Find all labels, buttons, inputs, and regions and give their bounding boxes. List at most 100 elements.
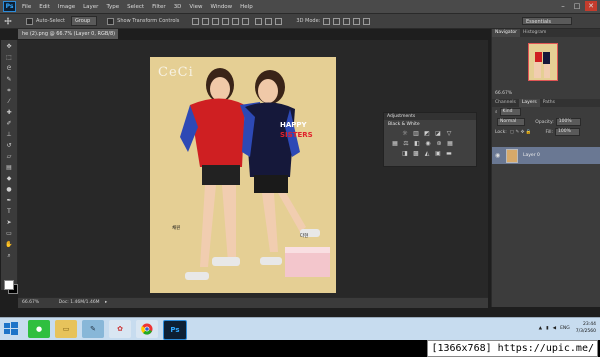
eraser-tool-icon[interactable]: ▱ <box>5 153 13 161</box>
align-top-icon[interactable] <box>192 17 200 25</box>
exposure-icon[interactable]: ◪ <box>435 131 441 137</box>
navigator-zoom[interactable]: 66.67% <box>495 91 512 96</box>
distribute-3-icon[interactable] <box>275 17 283 25</box>
eye-icon[interactable]: ◉ <box>495 152 501 159</box>
vibrance-icon[interactable]: ▽ <box>446 131 452 137</box>
levels-icon[interactable]: ▥ <box>413 131 419 137</box>
menu-select[interactable]: Select <box>127 4 144 10</box>
minimize-button[interactable]: – <box>557 1 569 11</box>
crop-tool-icon[interactable]: ⌗ <box>5 87 13 95</box>
color-balance-icon[interactable]: ⚖ <box>403 141 409 147</box>
color-lookup-icon[interactable]: ▦ <box>447 141 453 147</box>
tab-histogram[interactable]: Histogram <box>520 29 549 37</box>
tab-channels[interactable]: Channels <box>492 99 519 107</box>
status-zoom[interactable]: 66.67% <box>22 300 39 305</box>
menu-help[interactable]: Help <box>240 4 253 10</box>
type-tool-icon[interactable]: T <box>5 208 13 216</box>
align-middle-icon[interactable] <box>202 17 210 25</box>
file-explorer-icon[interactable]: ▭ <box>55 320 77 338</box>
gradient-map-icon[interactable]: ▬ <box>446 151 452 157</box>
roll-3d-icon[interactable] <box>333 17 341 25</box>
status-arrow-icon[interactable]: ▸ <box>105 300 107 305</box>
eyedropper-tool-icon[interactable]: ⁄ <box>5 98 13 106</box>
language-indicator[interactable]: ENG <box>560 326 570 331</box>
maximize-button[interactable]: □ <box>571 1 583 11</box>
photo-filter-icon[interactable]: ◉ <box>425 141 431 147</box>
menu-edit[interactable]: Edit <box>39 4 50 10</box>
invert-icon[interactable]: ◨ <box>402 151 408 157</box>
channel-mixer-icon[interactable]: ⊛ <box>436 141 442 147</box>
document-canvas[interactable]: CeCi HAPPY SISTERS 채원 다현 <box>150 57 336 293</box>
lasso-tool-icon[interactable]: ᘓ <box>5 65 13 73</box>
move-tool-icon[interactable] <box>4 17 12 25</box>
slide-3d-icon[interactable] <box>353 17 361 25</box>
curves-icon[interactable]: ◩ <box>424 131 430 137</box>
clone-stamp-tool-icon[interactable]: ⊥ <box>5 131 13 139</box>
history-brush-tool-icon[interactable]: ↺ <box>5 142 13 150</box>
marquee-tool-icon[interactable]: ⬚ <box>5 54 13 62</box>
photoshop-taskbar-icon[interactable]: Ps <box>163 320 187 340</box>
drag-3d-icon[interactable] <box>343 17 351 25</box>
opacity-field[interactable]: 100% <box>555 118 581 126</box>
clock[interactable]: 23:44 7/3/2560 <box>576 321 596 335</box>
workspace-dropdown[interactable]: Essentials <box>522 17 572 25</box>
gradient-tool-icon[interactable]: ▤ <box>5 164 13 172</box>
selective-color-icon[interactable]: ▣ <box>435 151 441 157</box>
posterize-icon[interactable]: ▩ <box>413 151 419 157</box>
brush-tool-icon[interactable]: ✐ <box>5 120 13 128</box>
network-icon[interactable]: ▮ <box>546 326 548 331</box>
start-button[interactable] <box>3 321 19 337</box>
fill-field[interactable]: 100% <box>555 128 580 136</box>
navigator-thumbnail[interactable] <box>528 43 558 81</box>
layer-row[interactable]: ◉ Layer 0 <box>492 147 600 164</box>
menu-layer[interactable]: Layer <box>83 4 98 10</box>
volume-icon[interactable]: ◀ <box>553 326 556 331</box>
threshold-icon[interactable]: ◭ <box>424 151 430 157</box>
close-button[interactable]: ✕ <box>585 1 597 11</box>
pen-tool-icon[interactable]: ✒ <box>5 197 13 205</box>
distribute-2-icon[interactable] <box>265 17 273 25</box>
dodge-tool-icon[interactable]: ● <box>5 186 13 194</box>
paint-icon[interactable]: ✿ <box>109 320 131 338</box>
tab-paths[interactable]: Paths <box>540 99 558 107</box>
blend-mode-dropdown[interactable]: Normal <box>497 118 526 126</box>
lock-icons[interactable]: ▢ ✎ ✥ 🔒 <box>510 130 532 135</box>
adjustments-header[interactable]: Adjustments <box>384 113 476 120</box>
auto-select-dropdown[interactable]: Group <box>70 16 98 26</box>
align-center-icon[interactable] <box>232 17 240 25</box>
auto-select-checkbox[interactable] <box>26 17 33 25</box>
line-app-icon[interactable]: ● <box>28 320 50 338</box>
black-white-icon[interactable]: ◧ <box>414 141 420 147</box>
zoom-tool-icon[interactable]: ⌕ <box>5 252 13 260</box>
layer-name[interactable]: Layer 0 <box>523 153 540 158</box>
layer-kind-dropdown[interactable]: Kind <box>499 108 522 116</box>
foreground-color-swatch[interactable] <box>4 280 14 290</box>
menu-view[interactable]: View <box>189 4 202 10</box>
align-left-icon[interactable] <box>222 17 230 25</box>
move-tool-icon[interactable]: ✥ <box>5 43 13 51</box>
align-right-icon[interactable] <box>242 17 250 25</box>
align-bottom-icon[interactable] <box>212 17 220 25</box>
brightness-contrast-icon[interactable]: ☼ <box>402 131 408 137</box>
path-select-tool-icon[interactable]: ➤ <box>5 219 13 227</box>
chrome-icon[interactable] <box>136 320 158 338</box>
menu-window[interactable]: Window <box>210 4 232 10</box>
distribute-icon[interactable] <box>255 17 263 25</box>
scale-3d-icon[interactable] <box>363 17 371 25</box>
document-tab[interactable]: he (2).png @ 66.7% (Layer 0, RGB/8) × <box>18 29 118 47</box>
tray-arrow-icon[interactable]: ▲ <box>539 326 542 331</box>
show-transform-checkbox[interactable] <box>107 17 115 25</box>
rotate-3d-icon[interactable] <box>323 17 331 25</box>
menu-filter[interactable]: Filter <box>152 4 166 10</box>
tab-layers[interactable]: Layers <box>518 99 540 107</box>
menu-file[interactable]: File <box>22 4 31 10</box>
quick-select-tool-icon[interactable]: ✎ <box>5 76 13 84</box>
menu-3d[interactable]: 3D <box>174 4 182 10</box>
tab-navigator[interactable]: Navigator <box>492 29 521 37</box>
blur-tool-icon[interactable]: ◆ <box>5 175 13 183</box>
hue-saturation-icon[interactable]: ▦ <box>392 141 398 147</box>
menu-image[interactable]: Image <box>58 4 75 10</box>
shape-tool-icon[interactable]: ▭ <box>5 230 13 238</box>
notepad-icon[interactable]: ✎ <box>82 320 104 338</box>
hand-tool-icon[interactable]: ✋ <box>5 241 13 249</box>
